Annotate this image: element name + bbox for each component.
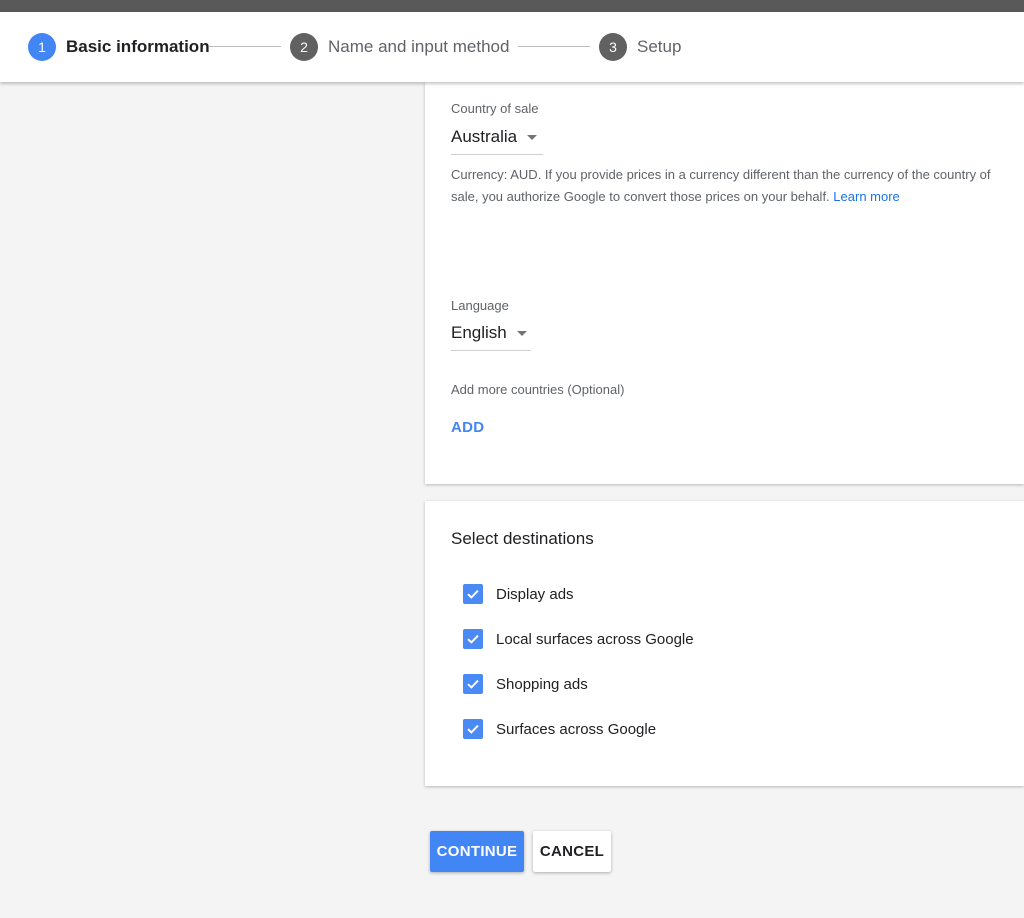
checkbox[interactable] <box>463 629 483 649</box>
learn-more-link[interactable]: Learn more <box>833 189 899 204</box>
destination-shopping-ads[interactable]: Shopping ads <box>463 674 588 694</box>
language-value: English <box>451 323 507 342</box>
checkbox-label: Local surfaces across Google <box>496 630 694 648</box>
language-select[interactable]: English <box>451 316 531 351</box>
step-basic-information[interactable]: 1 Basic information <box>28 33 210 61</box>
caret-down-icon <box>516 330 527 336</box>
step-number-badge: 2 <box>290 33 318 61</box>
top-app-bar <box>0 0 1024 12</box>
step-connector <box>518 46 590 47</box>
step-label: Setup <box>637 37 682 56</box>
country-language-card: Country of sale Australia Currency: AUD.… <box>425 82 1024 484</box>
progress-stepper: 1 Basic information 2 Name and input met… <box>0 12 1024 82</box>
cancel-button[interactable]: CANCEL <box>533 831 611 872</box>
checkbox-label: Surfaces across Google <box>496 720 657 738</box>
step-connector <box>209 46 281 47</box>
destinations-card: Select destinations Display ads Local su… <box>425 501 1024 786</box>
checkmark-icon <box>467 679 479 689</box>
checkbox-label: Shopping ads <box>496 675 588 693</box>
destination-display-ads[interactable]: Display ads <box>463 584 574 604</box>
destination-local-surfaces[interactable]: Local surfaces across Google <box>463 629 694 649</box>
checkmark-icon <box>467 589 479 599</box>
select-destinations-title: Select destinations <box>451 529 594 548</box>
step-label: Basic information <box>66 37 210 56</box>
step-number-badge: 3 <box>599 33 627 61</box>
step-name-and-input-method[interactable]: 2 Name and input method <box>290 33 509 61</box>
checkmark-icon <box>467 634 479 644</box>
checkbox-label: Display ads <box>496 585 574 603</box>
checkbox[interactable] <box>463 719 483 739</box>
caret-down-icon <box>527 134 538 140</box>
country-of-sale-select[interactable]: Australia <box>451 120 543 155</box>
checkmark-icon <box>467 724 479 734</box>
checkbox[interactable] <box>463 584 483 604</box>
country-of-sale-value: Australia <box>451 127 518 146</box>
destination-surfaces-across-google[interactable]: Surfaces across Google <box>463 719 656 739</box>
step-number-badge: 1 <box>28 33 56 61</box>
currency-help-text: Currency: AUD. If you provide prices in … <box>451 164 1011 208</box>
add-country-button[interactable]: ADD <box>451 419 484 436</box>
country-of-sale-label: Country of sale <box>451 101 539 116</box>
language-label: Language <box>451 298 509 313</box>
add-more-countries-label: Add more countries (Optional) <box>451 382 625 397</box>
continue-button[interactable]: CONTINUE <box>430 831 524 872</box>
step-label: Name and input method <box>328 37 510 56</box>
step-setup[interactable]: 3 Setup <box>599 33 681 61</box>
currency-help-body: Currency: AUD. If you provide prices in … <box>451 167 991 204</box>
checkbox[interactable] <box>463 674 483 694</box>
